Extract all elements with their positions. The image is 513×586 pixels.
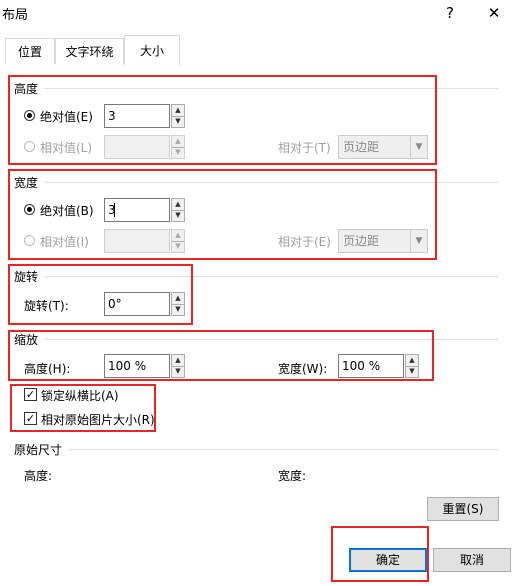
width-relative-to-value: 页边距	[343, 234, 380, 248]
tab-text-wrapping[interactable]: 文字环绕	[55, 38, 124, 64]
width-relative-radio[interactable]	[24, 235, 35, 246]
width-relative-to-label: 相对于(E)	[278, 235, 331, 249]
scale-width-input[interactable]: 100 %	[338, 354, 404, 378]
lock-aspect-label: 锁定纵横比(A)	[41, 389, 119, 403]
height-relative-stepper[interactable]: ▲ ▼	[171, 135, 185, 159]
title-bar: 布局 ? ✕	[0, 0, 513, 30]
spin-down-icon[interactable]: ▼	[406, 366, 418, 377]
spin-down-icon[interactable]: ▼	[172, 210, 184, 221]
height-absolute-label: 绝对值(E)	[40, 110, 93, 124]
relative-original-label: 相对原始图片大小(R)	[41, 413, 155, 427]
scale-height-stepper[interactable]: ▲ ▼	[171, 354, 185, 378]
tab-position[interactable]: 位置	[5, 38, 55, 64]
height-relative-to-label: 相对于(T)	[278, 141, 331, 155]
original-size-section-title: 原始尺寸	[14, 443, 63, 457]
height-relative-to-select[interactable]: 页边距 ▼	[338, 135, 428, 159]
spin-down-icon[interactable]: ▼	[172, 147, 184, 158]
chevron-down-icon: ▼	[410, 136, 427, 158]
checkmark-icon: ✓	[25, 388, 36, 401]
width-section-divider	[44, 182, 499, 183]
width-relative-label: 相对值(I)	[40, 235, 89, 249]
cancel-button[interactable]: 取消	[433, 548, 511, 572]
scale-section-title: 缩放	[14, 333, 39, 347]
spin-down-icon[interactable]: ▼	[172, 304, 184, 315]
scale-height-input[interactable]: 100 %	[104, 354, 170, 378]
height-section-title: 高度	[14, 82, 39, 96]
width-relative-input[interactable]	[104, 229, 170, 253]
close-icon[interactable]: ✕	[482, 2, 506, 24]
height-absolute-stepper[interactable]: ▲ ▼	[171, 104, 185, 128]
tab-size[interactable]: 大小	[124, 35, 180, 65]
width-absolute-stepper[interactable]: ▲ ▼	[171, 198, 185, 222]
rotation-section-title: 旋转	[14, 270, 39, 284]
width-section-title: 宽度	[14, 176, 39, 190]
checkmark-icon: ✓	[25, 412, 36, 425]
rotation-stepper[interactable]: ▲ ▼	[171, 292, 185, 316]
original-width-label: 宽度:	[278, 469, 307, 483]
width-relative-stepper[interactable]: ▲ ▼	[171, 229, 185, 253]
lock-aspect-checkbox[interactable]: ✓	[24, 388, 37, 401]
spin-down-icon[interactable]: ▼	[172, 241, 184, 252]
width-relative-to-select[interactable]: 页边距 ▼	[338, 229, 428, 253]
text-caret	[114, 203, 115, 217]
height-relative-label: 相对值(L)	[40, 141, 93, 155]
original-size-section-divider	[68, 449, 499, 450]
ok-button[interactable]: 确定	[349, 548, 427, 572]
rotation-section-divider	[44, 276, 499, 277]
rotation-input[interactable]: 0°	[104, 292, 170, 316]
height-relative-input[interactable]	[104, 135, 170, 159]
height-absolute-input[interactable]: 3	[104, 104, 170, 128]
height-relative-radio[interactable]	[24, 141, 35, 152]
width-absolute-radio[interactable]	[24, 204, 35, 215]
original-height-label: 高度:	[24, 469, 53, 483]
rotation-label: 旋转(T):	[24, 299, 69, 313]
height-section-divider	[44, 88, 499, 89]
spin-down-icon[interactable]: ▼	[172, 366, 184, 377]
relative-original-checkbox[interactable]: ✓	[24, 412, 37, 425]
width-absolute-label: 绝对值(B)	[40, 204, 94, 218]
scale-height-label: 高度(H):	[24, 362, 71, 376]
height-relative-to-value: 页边距	[343, 140, 380, 154]
height-absolute-radio[interactable]	[24, 110, 35, 121]
size-panel	[5, 64, 505, 539]
scale-width-label: 宽度(W):	[278, 362, 328, 376]
scale-section-divider	[44, 339, 499, 340]
chevron-down-icon: ▼	[410, 230, 427, 252]
scale-width-stepper[interactable]: ▲ ▼	[405, 354, 419, 378]
help-icon[interactable]: ?	[438, 2, 462, 24]
reset-button[interactable]: 重置(S)	[427, 497, 499, 521]
spin-down-icon[interactable]: ▼	[172, 116, 184, 127]
window-title: 布局	[2, 8, 29, 23]
